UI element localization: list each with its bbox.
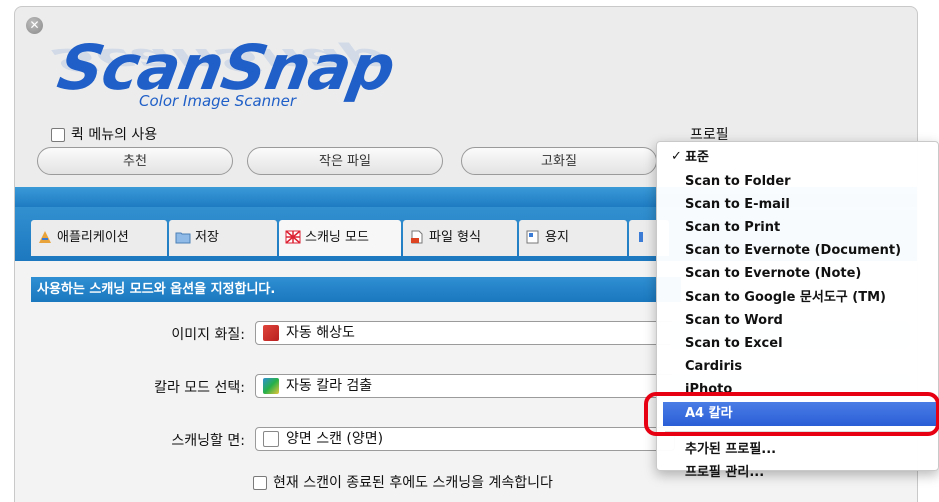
- color-mode-value: 자동 칼라 검출: [286, 378, 373, 394]
- menu-item-added-profiles[interactable]: 추가된 프로필...: [685, 439, 776, 461]
- duplex-icon: [263, 431, 279, 447]
- scansnap-logo: ScanSnap ScanSnap Color Image Scanner: [47, 31, 439, 125]
- annotation-highlight-box: [644, 392, 939, 436]
- quick-menu-toggle[interactable]: 퀵 메뉴의 사용: [51, 124, 157, 144]
- checkmark-icon: ✓: [671, 149, 682, 164]
- tab-paper[interactable]: 용지: [519, 220, 627, 256]
- paper-icon: [526, 230, 539, 243]
- tab-file-format-label: 파일 형식: [429, 230, 481, 245]
- color-mode-select[interactable]: 자동 칼라 검출: [255, 374, 675, 398]
- logo-subtitle: Color Image Scanner: [139, 92, 297, 110]
- tab-save-label: 저장: [195, 230, 219, 245]
- quick-menu-checkbox[interactable]: [51, 128, 65, 142]
- image-quality-icon: [263, 325, 279, 341]
- menu-item-scan-to-email[interactable]: Scan to E-mail: [685, 194, 790, 216]
- panel-description-banner: 사용하는 스캐닝 모드와 옵션을 지정합니다.: [31, 277, 681, 302]
- tab-save[interactable]: 저장: [169, 220, 277, 256]
- preset-recommended-button[interactable]: 추천: [37, 147, 233, 175]
- app-icon: [39, 230, 51, 243]
- tab-scan-mode[interactable]: 스캐닝 모드: [279, 220, 401, 256]
- tab-scan-mode-label: 스캐닝 모드: [305, 230, 369, 245]
- menu-item-standard[interactable]: 표준: [685, 147, 709, 169]
- menu-item-scan-to-evernote-document[interactable]: Scan to Evernote (Document): [685, 240, 901, 262]
- menu-item-scan-to-folder[interactable]: Scan to Folder: [685, 171, 791, 193]
- file-format-icon: [411, 230, 423, 243]
- color-mode-label: 칼라 모드 선택:: [154, 380, 245, 396]
- tab-file-format[interactable]: 파일 형식: [403, 220, 517, 256]
- tab-application[interactable]: 애플리케이션: [31, 220, 167, 256]
- tab-paper-label: 용지: [545, 230, 569, 245]
- close-icon[interactable]: ✕: [26, 17, 43, 34]
- menu-item-cardiris[interactable]: Cardiris: [685, 356, 742, 378]
- quick-menu-label: 퀵 메뉴의 사용: [71, 127, 158, 143]
- menu-item-manage-profiles[interactable]: 프로필 관리...: [685, 462, 764, 484]
- image-quality-select[interactable]: 자동 해상도: [255, 321, 675, 345]
- tab-application-label: 애플리케이션: [57, 230, 129, 245]
- image-quality-value: 자동 해상도: [286, 325, 355, 341]
- scan-side-label: 스캐닝할 면:: [171, 433, 245, 449]
- logo-reflection: ScanSnap: [47, 41, 395, 79]
- scan-mode-icon: [285, 229, 301, 244]
- folder-icon: [175, 232, 191, 243]
- scan-side-select[interactable]: 양면 스캔 (양면): [255, 427, 675, 451]
- preset-small-file-button[interactable]: 작은 파일: [247, 147, 443, 175]
- continue-scanning-label: 현재 스캔이 종료된 후에도 스캐닝을 계속합니다: [273, 475, 553, 491]
- compression-icon: [639, 231, 643, 242]
- menu-item-scan-to-excel[interactable]: Scan to Excel: [685, 333, 783, 355]
- menu-item-scan-to-evernote-note[interactable]: Scan to Evernote (Note): [685, 263, 861, 285]
- menu-item-scan-to-print[interactable]: Scan to Print: [685, 217, 780, 239]
- continue-scanning-toggle[interactable]: 현재 스캔이 종료된 후에도 스캐닝을 계속합니다: [253, 472, 553, 492]
- menu-item-scan-to-google-docs[interactable]: Scan to Google 문서도구 (TM): [685, 287, 886, 309]
- continue-scanning-checkbox[interactable]: [253, 476, 267, 490]
- scan-side-value: 양면 스캔 (양면): [286, 431, 384, 447]
- color-mode-icon: [263, 378, 279, 394]
- menu-item-scan-to-word[interactable]: Scan to Word: [685, 310, 783, 332]
- preset-high-quality-button[interactable]: 고화질: [461, 147, 657, 175]
- image-quality-label: 이미지 화질:: [171, 327, 245, 343]
